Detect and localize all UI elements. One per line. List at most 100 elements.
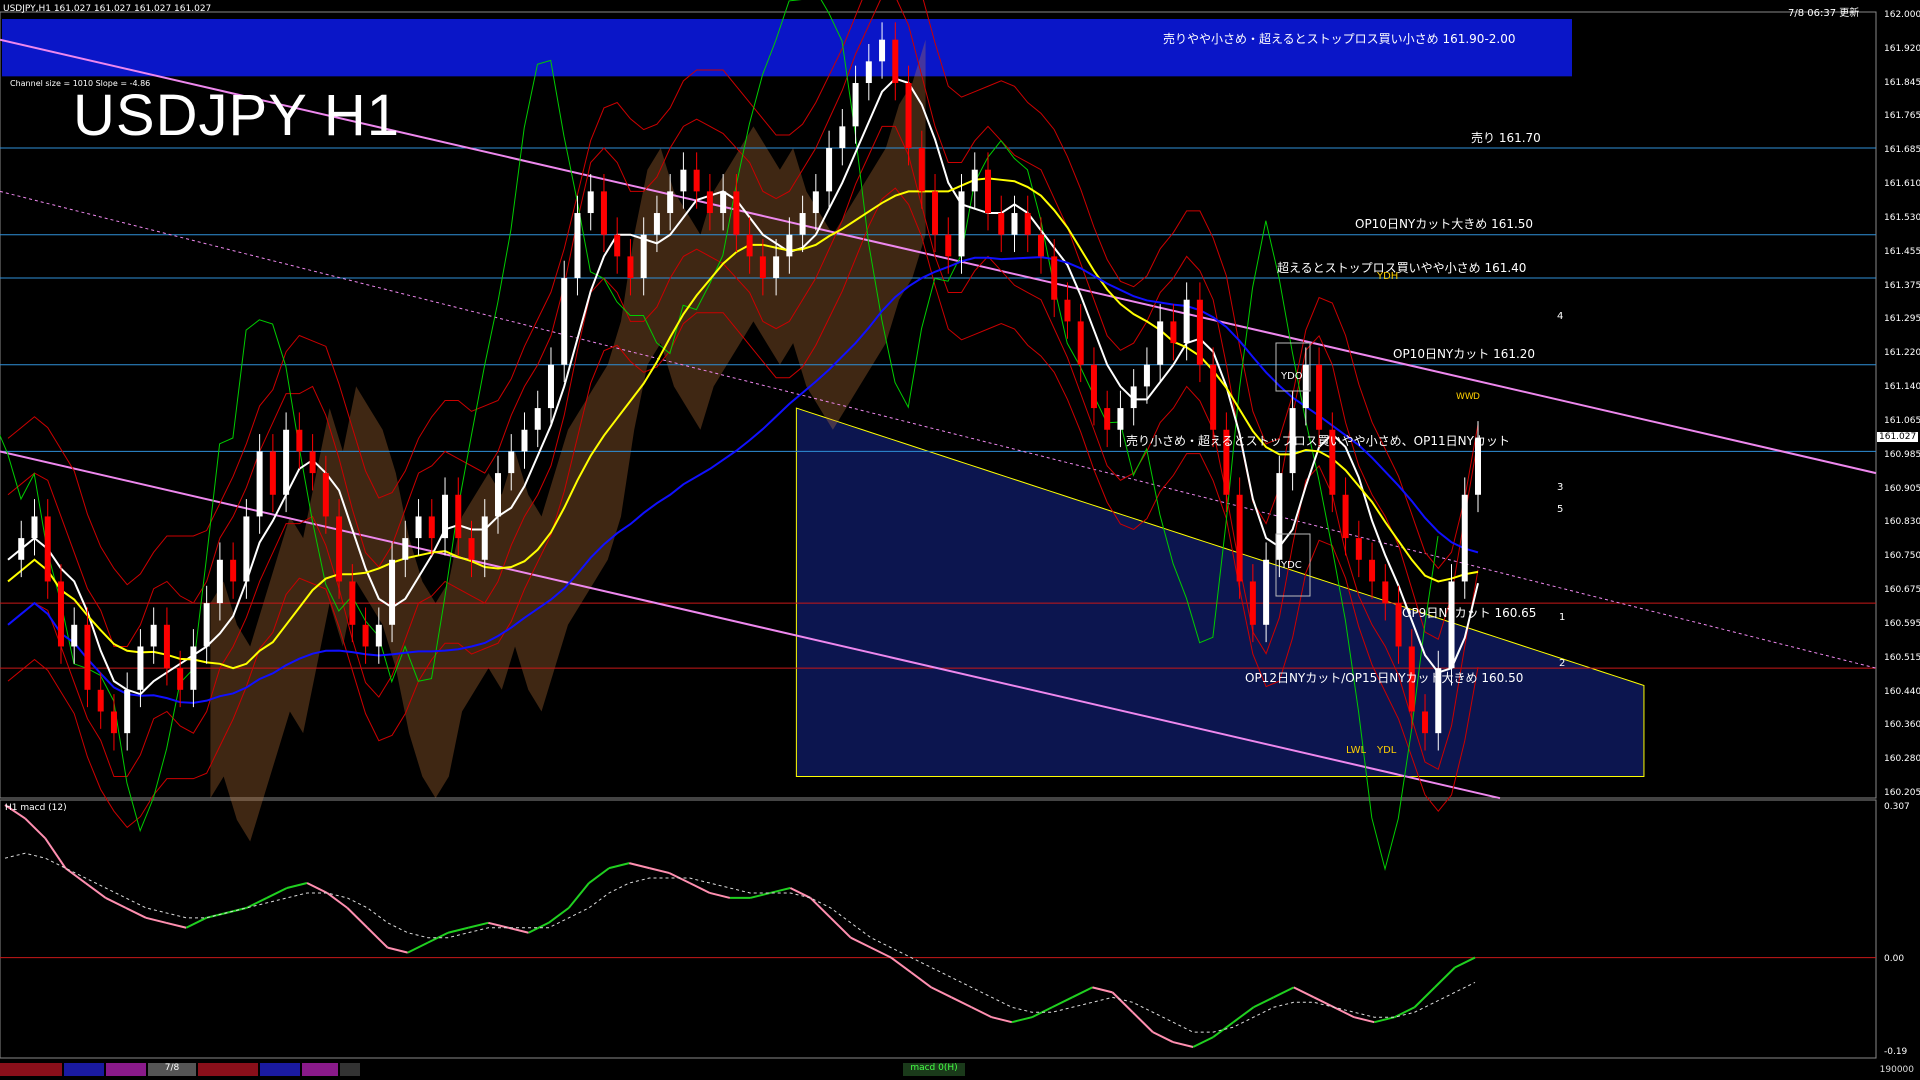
candle-body <box>1090 364 1097 409</box>
price-chart[interactable] <box>0 0 1920 1080</box>
candle-body <box>1183 299 1190 344</box>
macd-main-segment <box>548 907 570 924</box>
macd-main-segment <box>991 1016 1013 1024</box>
candle-body <box>826 148 833 192</box>
macd-main-segment <box>1353 1016 1375 1024</box>
annotation-op12-160-50: OP12日NYカット/OP15日NYカット大きめ 160.50 <box>1245 671 1524 685</box>
marker-ydo: YDO <box>1281 371 1303 382</box>
marker-lwl: LWL <box>1346 745 1367 756</box>
candle-body <box>839 126 846 149</box>
axis-tick-label: 160.595 <box>1884 618 1920 629</box>
macd-main-segment <box>910 971 932 989</box>
datetime-label: 7/8 06:37 更新 <box>1788 8 1860 19</box>
candle-body <box>521 429 528 452</box>
candle-body <box>600 191 607 235</box>
axis-tick-label: 160.675 <box>1884 585 1920 596</box>
macd-main-segment <box>930 986 952 999</box>
annotation-stop-161-40: 超えるとストップロス買いやや小さめ 161.40 <box>1277 261 1527 275</box>
macd-main-segment <box>1071 986 1093 999</box>
macd-main-segment <box>1131 1011 1154 1033</box>
axis-tick-label: 160.905 <box>1884 483 1920 494</box>
bottom-right-value: 190000 <box>1879 1065 1914 1075</box>
timeframe-tab[interactable] <box>340 1063 360 1076</box>
candle-body <box>1051 256 1058 300</box>
macd-main-segment <box>366 927 389 949</box>
axis-tick-label: 161.455 <box>1884 246 1920 257</box>
marker-ydc: YDC <box>1281 560 1302 571</box>
candle-body <box>389 559 396 625</box>
macd-main-segment <box>1313 996 1335 1009</box>
candle-body <box>614 234 621 257</box>
symbol-info: USDJPY,H1 161.027 161.027 161.027 161.02… <box>3 4 212 14</box>
candle-body <box>71 624 78 647</box>
macd-main-segment <box>1092 986 1113 994</box>
macd-main-segment <box>1152 1031 1174 1043</box>
candle-body <box>852 83 859 127</box>
candle-body <box>680 169 687 192</box>
macd-main-segment <box>24 817 46 840</box>
candle-body <box>481 516 488 560</box>
timeframe-tab[interactable] <box>64 1063 104 1076</box>
candle-body <box>336 516 343 582</box>
chart-title: USDJPY H1 <box>73 83 401 148</box>
candle-body <box>150 624 157 647</box>
timeframe-tab[interactable] <box>106 1063 146 1076</box>
date-tab[interactable]: 7/8 <box>148 1063 196 1076</box>
macd-main-segment <box>1394 1006 1416 1019</box>
macd-main-segment <box>749 891 771 899</box>
axis-tick-label: 160.830 <box>1884 517 1920 528</box>
axis-tick-label: 161.765 <box>1884 111 1920 122</box>
candle-body <box>1196 299 1203 365</box>
candle-body <box>468 538 475 560</box>
timeframe-tab[interactable] <box>198 1063 258 1076</box>
candle-body <box>216 559 223 604</box>
candle-body <box>1064 299 1071 322</box>
macd-main-segment <box>508 926 529 934</box>
candle-body <box>1077 321 1084 365</box>
macd-main-segment <box>1051 996 1073 1009</box>
candle-body <box>799 213 806 235</box>
annotation-sell-zone: 売りやや小さめ・超えるとストップロス買い小さめ 161.90-2.00 <box>1163 32 1516 46</box>
candle-body <box>547 364 554 409</box>
macd-main-segment <box>1172 1041 1194 1049</box>
candle-body <box>1369 559 1376 582</box>
candle-body <box>203 603 210 647</box>
candle-body <box>1302 364 1309 409</box>
candle-body <box>561 278 568 365</box>
marker-ww: WW <box>1456 392 1474 402</box>
macd-main-segment <box>1454 956 1476 969</box>
macd-main-segment <box>829 917 852 939</box>
candle-body <box>1170 321 1177 344</box>
candle-body <box>269 451 276 495</box>
indicator-tab[interactable]: macd 0(H) <box>903 1063 965 1076</box>
candle-body <box>428 516 435 539</box>
timeframe-tab[interactable] <box>260 1063 300 1076</box>
candle-body <box>534 408 541 430</box>
candle-body <box>190 646 197 690</box>
macd-panel-frame <box>0 799 1877 1059</box>
macd-main-segment <box>125 906 147 919</box>
candle-body <box>495 473 501 517</box>
timeframe-tab[interactable] <box>0 1063 62 1076</box>
candle-body <box>1130 386 1137 409</box>
candle-body <box>1143 364 1150 387</box>
candle-body <box>442 494 449 539</box>
candle-body <box>1355 538 1362 560</box>
candle-body <box>309 451 316 474</box>
macd-main-segment <box>306 882 328 894</box>
candle-body <box>733 191 740 235</box>
timeframe-tab[interactable] <box>302 1063 338 1076</box>
candle-body <box>587 191 594 214</box>
candle-body <box>110 711 117 734</box>
axis-tick-label: 161.845 <box>1884 77 1920 88</box>
candle-body <box>137 646 144 690</box>
candle-body <box>1236 494 1243 582</box>
candle-body <box>667 191 674 214</box>
candle-body <box>905 83 912 149</box>
candle-body <box>1461 494 1468 582</box>
candle-body <box>97 689 104 712</box>
macd-main-segment <box>870 946 892 959</box>
macd-main-segment <box>346 907 369 929</box>
macd-main-segment <box>84 882 107 899</box>
marker-d: D <box>1473 392 1480 402</box>
